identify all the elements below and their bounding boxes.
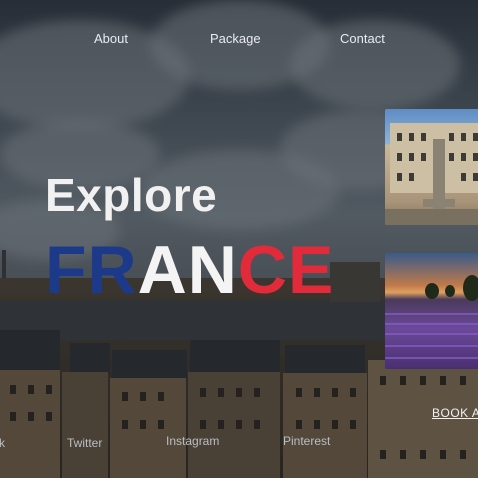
country-letters-white: AN — [137, 232, 238, 308]
nav-link-package[interactable]: Package — [210, 31, 261, 46]
social-link-facebook[interactable]: k — [0, 436, 5, 450]
social-link-pinterest[interactable]: Pinterest — [283, 434, 330, 448]
destination-card-square[interactable] — [385, 109, 478, 225]
nav-link-about[interactable]: About — [94, 31, 128, 46]
hero-country-title: FRANCE — [45, 236, 334, 304]
book-button[interactable]: BOOK A — [432, 406, 478, 420]
social-link-instagram[interactable]: Instagram — [166, 434, 219, 448]
destination-card-lavender[interactable] — [385, 253, 478, 369]
nav-link-contact[interactable]: Contact — [340, 31, 385, 46]
hero-heading: Explore — [45, 169, 218, 221]
country-letters-blue: FR — [45, 232, 138, 308]
country-letters-red: CE — [237, 232, 335, 308]
social-link-twitter[interactable]: Twitter — [67, 436, 102, 450]
